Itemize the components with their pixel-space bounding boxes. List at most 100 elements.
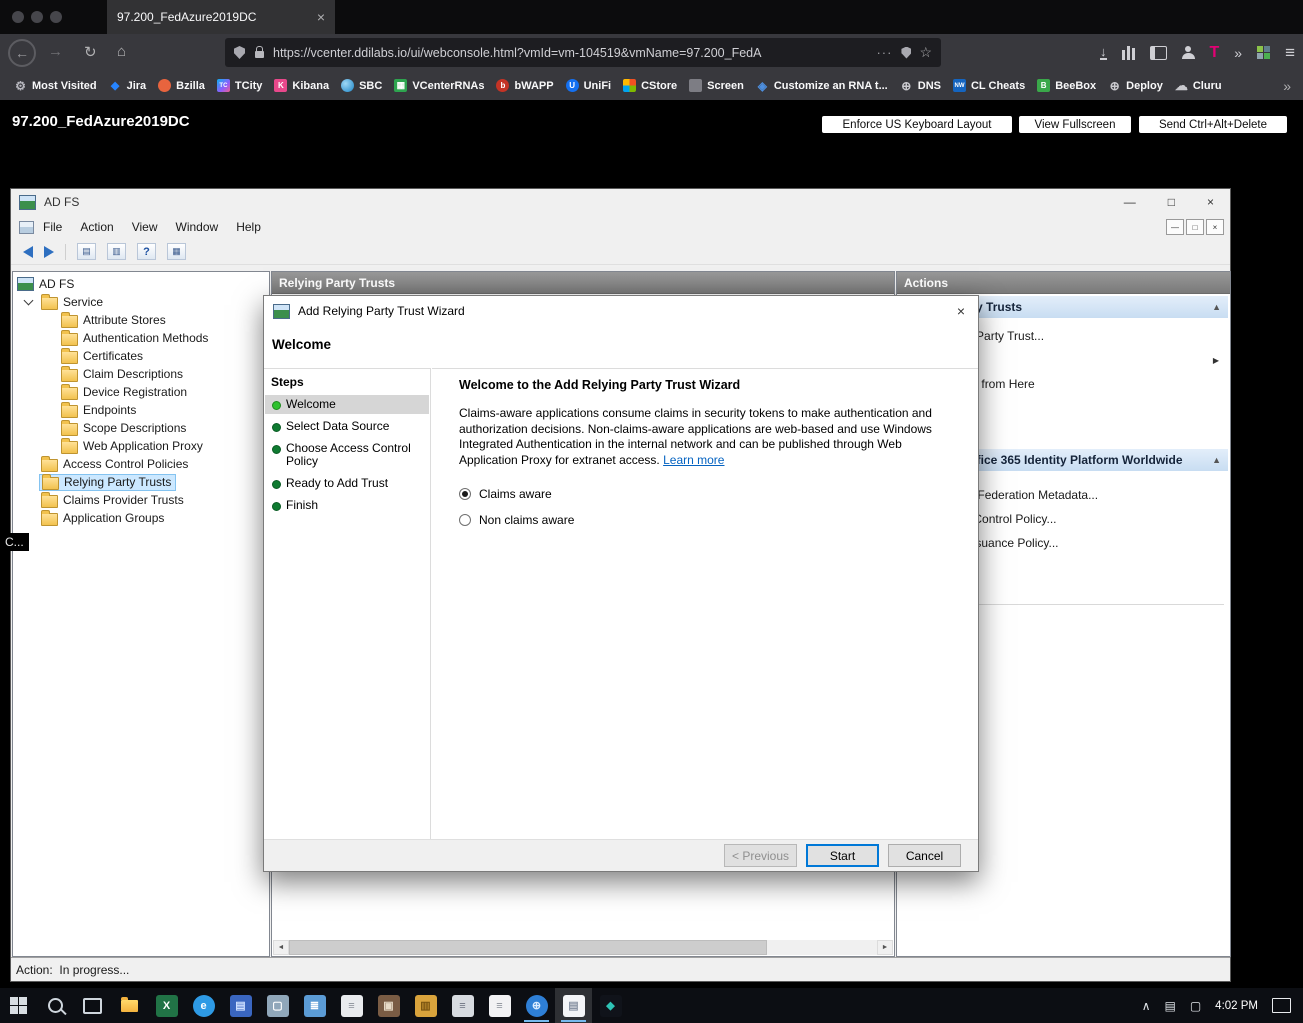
sidebar-icon[interactable] [1149,45,1167,60]
bookmark-vcenterrnas[interactable]: ▦ VCenterRNAs [388,75,490,97]
browser-tab[interactable]: 97.200_FedAzure2019DC × [107,0,335,34]
taskbar-app-6[interactable]: ≡ [333,988,370,1023]
taskbar-app-1[interactable]: X [148,988,185,1023]
tracking-protection-shield-icon[interactable] [234,46,245,59]
forward-button[interactable]: → [48,43,63,60]
tree-item-claims-provider-trusts[interactable]: Claims Provider Trusts [13,491,269,509]
enforce-keyboard-layout-button[interactable]: Enforce US Keyboard Layout [822,116,1012,133]
previous-button[interactable]: < Previous [724,844,797,867]
hidden-icons-chevron-icon[interactable]: ∧ [1142,999,1151,1013]
collapse-icon[interactable]: ▲ [1212,302,1221,312]
menu-view[interactable]: View [123,220,167,234]
tree-item-endpoints[interactable]: Endpoints [13,401,269,419]
menu-action[interactable]: Action [71,220,122,234]
step-ready-to-add-trust[interactable]: Ready to Add Trust [265,474,429,493]
tree-item-scope-descriptions[interactable]: Scope Descriptions [13,419,269,437]
start-button[interactable]: Start [806,844,879,867]
bookmark-bzilla[interactable]: Bzilla [152,75,211,97]
taskbar-app-8[interactable]: ▥ [407,988,444,1023]
taskbar-search-button[interactable] [37,988,74,1023]
adfs-window-titlebar[interactable]: AD FS [11,189,1230,215]
display-tray-icon[interactable]: ▢ [1190,999,1201,1013]
bookmark-deploy[interactable]: ⊕ Deploy [1102,75,1169,97]
bookmark-screen[interactable]: Screen [683,75,750,97]
child-minimize-icon[interactable]: — [1166,219,1184,235]
taskbar-app-4[interactable]: ▢ [259,988,296,1023]
account-icon[interactable] [1181,46,1195,59]
lock-icon[interactable] [255,46,264,58]
step-welcome[interactable]: Welcome [265,395,429,414]
tree-item-adfs-root[interactable]: AD FS [13,275,269,293]
taskbar-app-2[interactable]: e [185,988,222,1023]
scroll-left-icon[interactable]: ◄ [273,940,289,955]
menu-help[interactable]: Help [227,220,270,234]
tree-item-access-control-policies[interactable]: Access Control Policies [13,455,269,473]
tree-item-claim-descriptions[interactable]: Claim Descriptions [13,365,269,383]
child-maximize-icon[interactable]: □ [1186,219,1204,235]
bookmark-most-visited[interactable]: ⚙ Most Visited [8,75,103,97]
reload-button[interactable]: ↻ [84,43,97,61]
window-close-button[interactable] [12,11,24,23]
taskbar-app-7[interactable]: ▣ [370,988,407,1023]
horizontal-scrollbar[interactable]: ◄ ► [273,940,893,955]
back-button[interactable]: ← [8,39,36,67]
menu-hamburger-icon[interactable]: ≡ [1285,43,1295,63]
step-finish[interactable]: Finish [265,496,429,515]
bookmark-bwapp[interactable]: b bWAPP [490,75,559,97]
vm-tools-tray-icon[interactable]: ▤ [1164,999,1175,1013]
help-icon[interactable]: ? [137,243,156,260]
permissions-shield-icon[interactable] [901,46,912,59]
maximize-icon[interactable]: □ [1168,195,1175,209]
child-close-icon[interactable]: × [1206,219,1224,235]
back-arrow-icon[interactable] [23,245,33,258]
tree-item-service[interactable]: Service [13,293,269,311]
bookmark-tcity[interactable]: TC TCity [211,75,269,97]
tree-item-web-application-proxy[interactable]: Web Application Proxy [13,437,269,455]
bookmark-customize-rna[interactable]: ◈ Customize an RNA t... [750,75,894,97]
bookmark-cl-cheats[interactable]: NW CL Cheats [947,75,1031,97]
notification-center-icon[interactable] [1272,998,1291,1013]
tree-item-relying-party-trusts[interactable]: Relying Party Trusts [13,473,269,491]
tree-item-authentication-methods[interactable]: Authentication Methods [13,329,269,347]
taskbar-app-3[interactable]: ▤ [222,988,259,1023]
bookmarks-overflow-icon[interactable]: » [1283,78,1291,94]
downloads-icon[interactable]: ↓ [1100,45,1107,60]
start-button[interactable] [0,988,37,1023]
bookmark-jira[interactable]: ◆ Jira [103,75,153,97]
taskbar-app-11-active[interactable]: ⊕ [518,988,555,1023]
bookmark-cstore[interactable]: CStore [617,75,683,97]
menu-file[interactable]: File [34,220,71,234]
minimize-icon[interactable]: — [1124,195,1136,209]
bookmark-unifi[interactable]: U UniFi [560,75,618,97]
task-view-button[interactable] [74,988,111,1023]
radio-unselected-icon[interactable] [459,514,471,526]
radio-selected-icon[interactable] [459,488,471,500]
expander-chevron-icon[interactable] [23,295,34,305]
close-icon[interactable]: × [1207,195,1214,209]
tab-close-icon[interactable]: × [317,9,325,25]
radio-non-claims-aware[interactable]: Non claims aware [459,513,950,527]
step-choose-access-control-policy[interactable]: Choose Access Control Policy [265,439,429,471]
page-actions-icon[interactable]: ··· [876,45,892,60]
bookmark-beebox[interactable]: B BeeBox [1031,75,1102,97]
library-icon[interactable] [1121,45,1135,60]
collapse-icon[interactable]: ▲ [1212,455,1221,465]
scrollbar-thumb[interactable] [289,940,767,955]
properties-icon[interactable]: ▦ [167,243,186,260]
home-button[interactable]: ⌂ [117,43,126,60]
cancel-button[interactable]: Cancel [888,844,961,867]
step-select-data-source[interactable]: Select Data Source [265,417,429,436]
tree-item-certificates[interactable]: Certificates [13,347,269,365]
scroll-right-icon[interactable]: ► [877,940,893,955]
scrollbar-track[interactable] [289,940,877,955]
bookmark-star-icon[interactable]: ☆ [919,44,932,61]
extensions-grid-icon[interactable] [1257,46,1271,59]
bookmark-kibana[interactable]: K Kibana [268,75,335,97]
menu-window[interactable]: Window [167,220,228,234]
tree-item-device-registration[interactable]: Device Registration [13,383,269,401]
url-text[interactable]: https://vcenter.ddilabs.io/ui/webconsole… [273,46,867,60]
console-tree-toggle-icon[interactable]: ▤ [77,243,96,260]
taskbar-app-13[interactable]: ◆ [592,988,629,1023]
bookmark-cluru[interactable]: ☁ Cluru [1169,75,1228,97]
file-explorer-button[interactable] [111,988,148,1023]
